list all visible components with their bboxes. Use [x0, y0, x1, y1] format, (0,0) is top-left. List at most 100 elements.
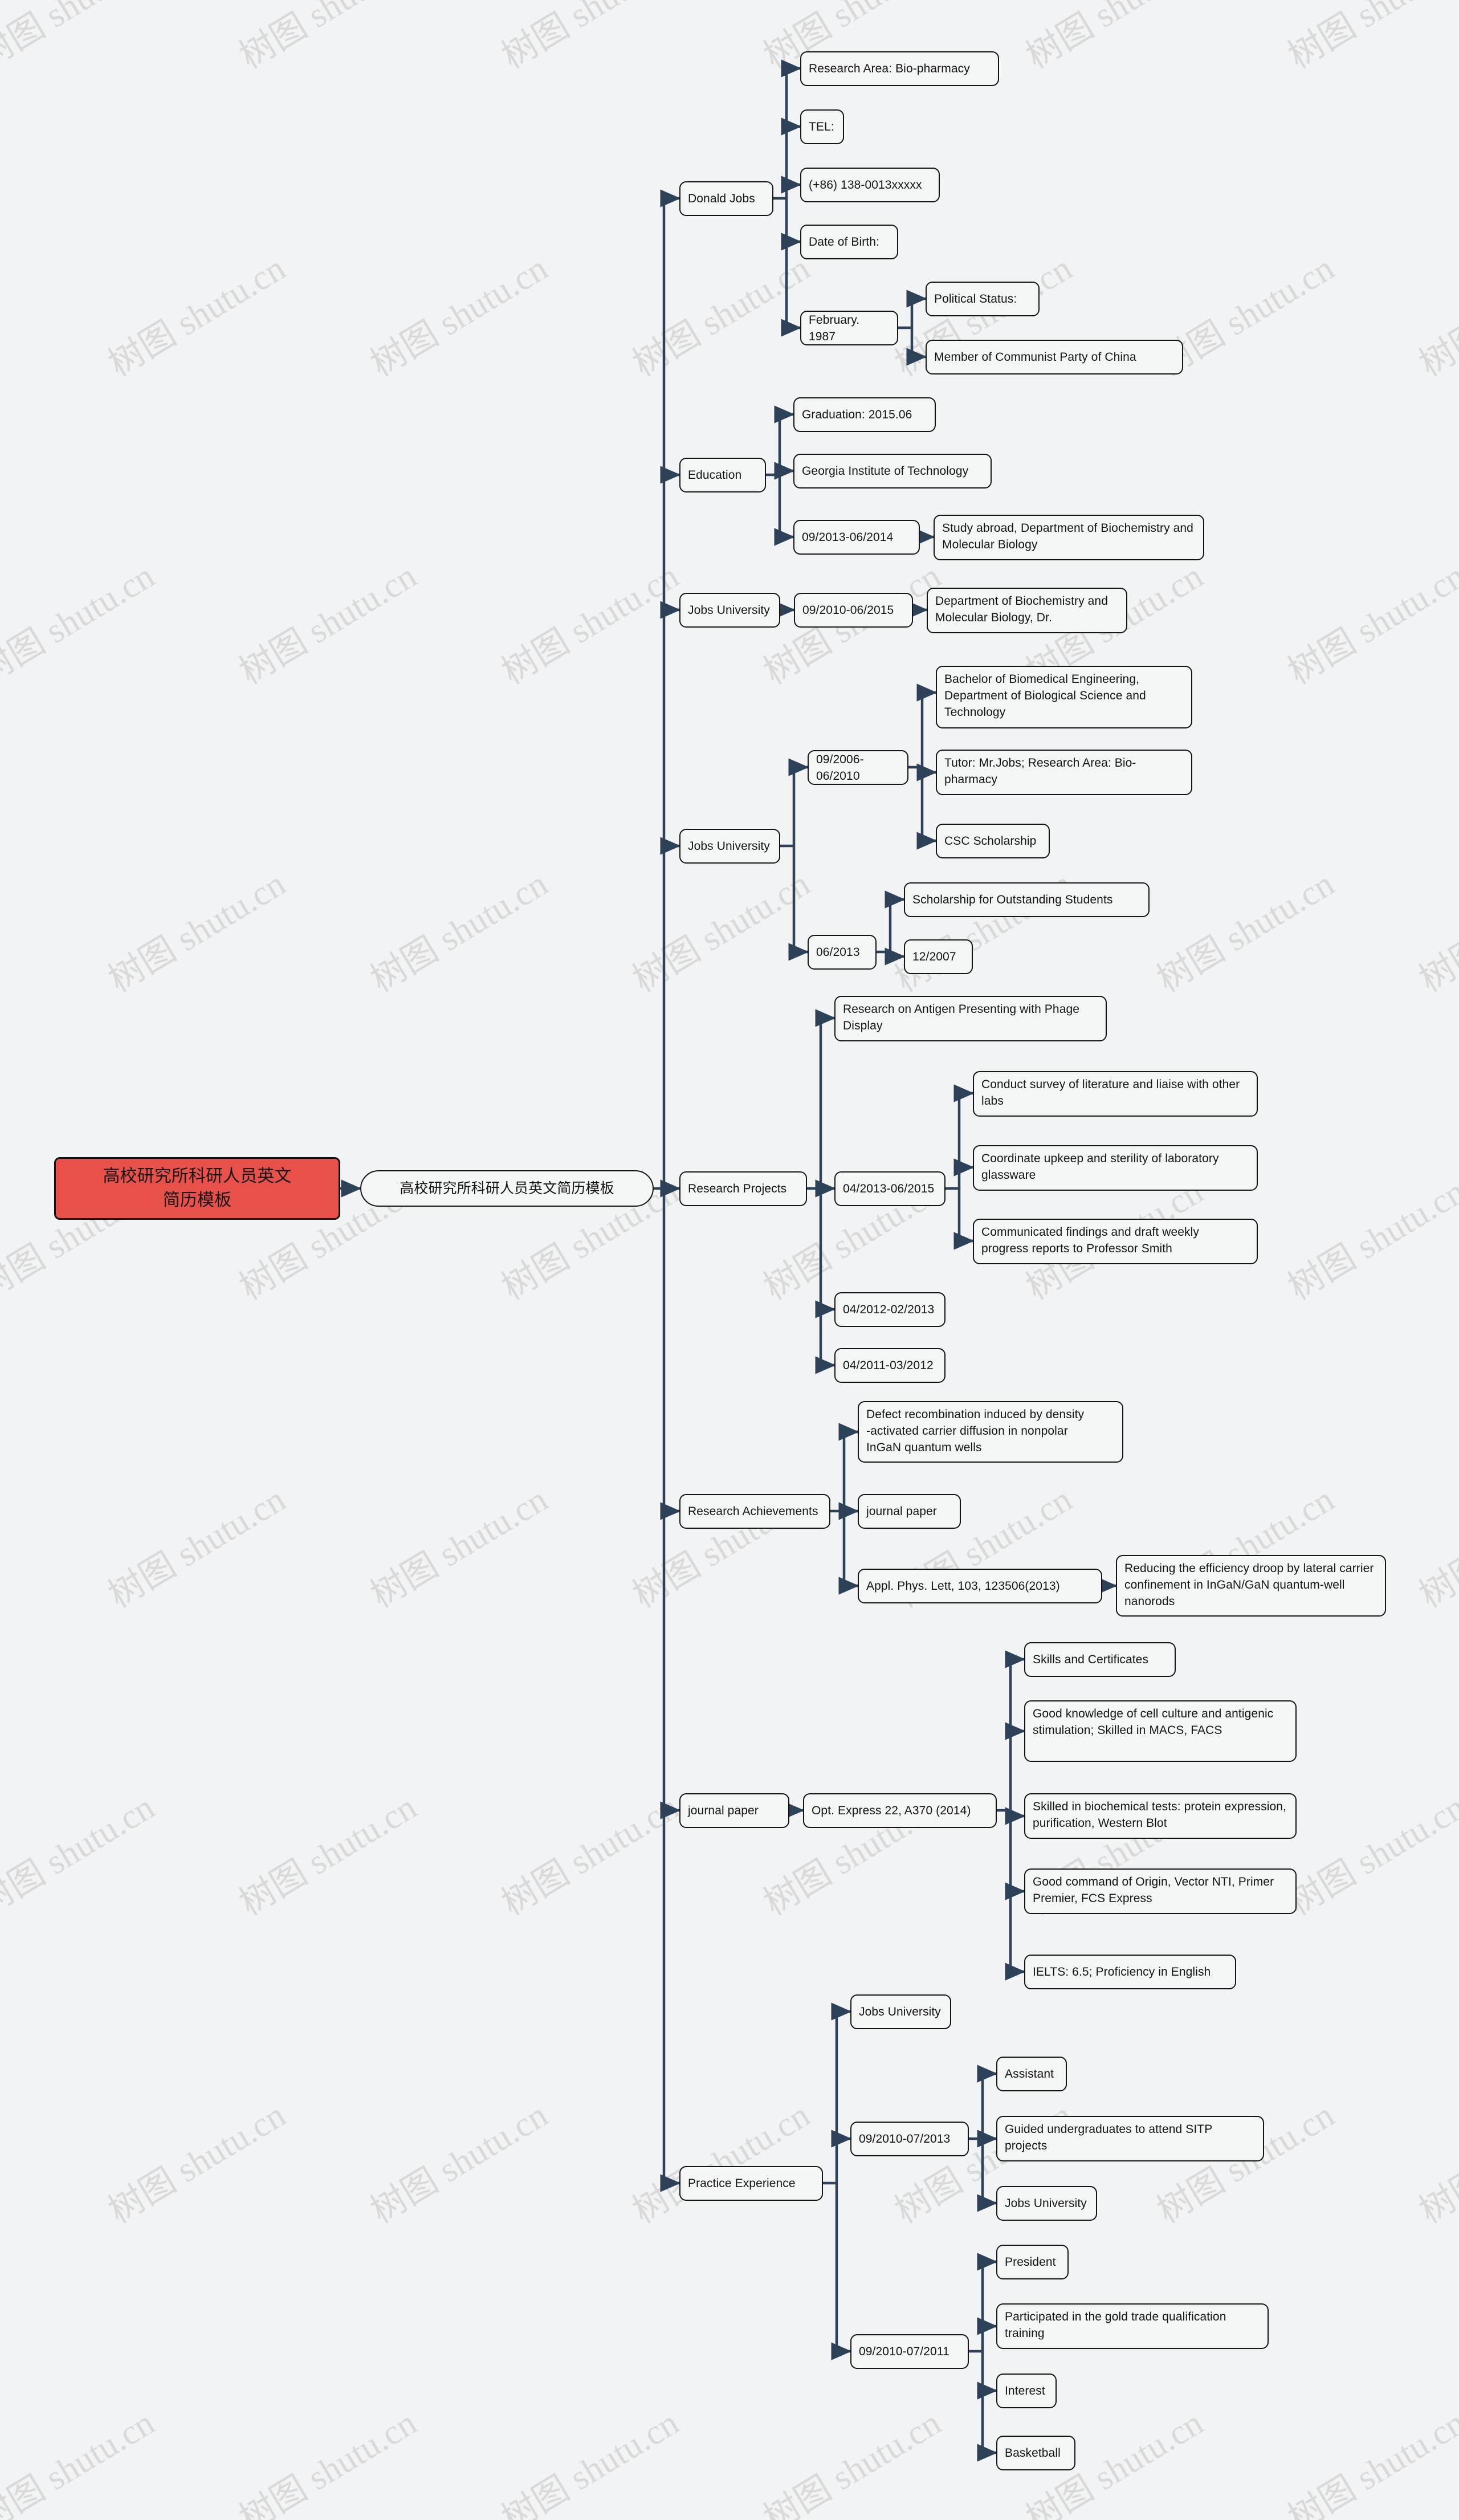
node-practice-period-1[interactable]: 09/2010-07/2013	[850, 2122, 969, 2156]
branch-jobs-university-bachelor-label: Jobs University	[688, 840, 770, 853]
node-basketball-label: Basketball	[1005, 2446, 1061, 2460]
node-guided-sitp-label: Guided undergraduates to attend SITP pro…	[1005, 2123, 1212, 2152]
node-president[interactable]: President	[996, 2245, 1069, 2279]
node-outstanding-scholarship[interactable]: Scholarship for Outstanding Students	[904, 882, 1150, 917]
node-project-period-1[interactable]: 04/2013-06/2015	[834, 1171, 946, 1206]
branch-research-projects[interactable]: Research Projects	[679, 1171, 807, 1206]
node-duty-glassware[interactable]: Coordinate upkeep and sterility of labor…	[973, 1145, 1258, 1191]
node-georgia-tech-label: Georgia Institute of Technology	[802, 465, 969, 478]
node-tutor-desc-label: Tutor: Mr.Jobs; Research Area: Bio-pharm…	[944, 756, 1136, 786]
node-phone-label: (+86) 138-0013xxxxx	[809, 178, 922, 192]
node-opt-express[interactable]: Opt. Express 22, A370 (2014)	[803, 1793, 997, 1828]
node-phd-period-label: 09/2010-06/2015	[802, 604, 894, 617]
node-project-period-1-label: 04/2013-06/2015	[843, 1182, 935, 1195]
node-antigen-project[interactable]: Research on Antigen Presenting with Phag…	[834, 996, 1107, 1041]
node-date-06-2013-label: 06/2013	[816, 946, 860, 959]
node-date-12-2007[interactable]: 12/2007	[904, 939, 973, 974]
node-tutor-desc[interactable]: Tutor: Mr.Jobs; Research Area: Bio-pharm…	[936, 750, 1192, 795]
level1-node[interactable]: 高校研究所科研人员英文简历模板	[360, 1170, 654, 1207]
node-date-06-2013[interactable]: 06/2013	[808, 935, 877, 970]
node-duty-reports-label: Communicated findings and draft weekly p…	[981, 1226, 1199, 1255]
node-skills-certificates[interactable]: Skills and Certificates	[1024, 1642, 1176, 1677]
node-antigen-project-label: Research on Antigen Presenting with Phag…	[843, 1003, 1080, 1032]
branch-research-projects-label: Research Projects	[688, 1182, 787, 1195]
branch-journal-paper-2[interactable]: journal paper	[679, 1793, 789, 1828]
branch-donald-jobs[interactable]: Donald Jobs	[679, 181, 773, 216]
branch-jobs-university-phd-label: Jobs University	[688, 604, 770, 617]
node-guided-sitp[interactable]: Guided undergraduates to attend SITP pro…	[996, 2116, 1264, 2161]
node-tel-label: TEL:	[809, 120, 834, 133]
node-study-abroad-period-label: 09/2013-06/2014	[802, 531, 894, 544]
node-basketball[interactable]: Basketball	[996, 2436, 1075, 2470]
branch-journal-paper-2-label: journal paper	[688, 1804, 759, 1817]
node-interest-label: Interest	[1005, 2384, 1045, 2397]
node-skill-cell-culture-label: Good knowledge of cell culture and antig…	[1033, 1707, 1274, 1737]
branch-donald-jobs-label: Donald Jobs	[688, 192, 755, 205]
node-date-12-2007-label: 12/2007	[912, 950, 956, 963]
node-skill-software-label: Good command of Origin, Vector NTI, Prim…	[1033, 1875, 1274, 1905]
node-duty-reports[interactable]: Communicated findings and draft weekly p…	[973, 1219, 1258, 1264]
node-interest[interactable]: Interest	[996, 2374, 1057, 2408]
node-jobs-university-4[interactable]: Jobs University	[996, 2186, 1097, 2221]
node-duty-glassware-label: Coordinate upkeep and sterility of labor…	[981, 1152, 1219, 1182]
node-skill-biochemical-label: Skilled in biochemical tests: protein ex…	[1033, 1800, 1286, 1830]
node-tel[interactable]: TEL:	[800, 109, 844, 144]
node-skill-software[interactable]: Good command of Origin, Vector NTI, Prim…	[1024, 1868, 1297, 1914]
branch-jobs-university-phd[interactable]: Jobs University	[679, 593, 780, 628]
node-bachelor-period[interactable]: 09/2006-06/2010	[808, 750, 908, 785]
node-journal-paper-1-label: journal paper	[866, 1505, 937, 1518]
mindmap-canvas: 树图 shutu.cn树图 shutu.cn树图 shutu.cn树图 shut…	[0, 0, 1459, 2520]
node-csc-scholarship-label: CSC Scholarship	[944, 834, 1037, 848]
node-skill-cell-culture[interactable]: Good knowledge of cell culture and antig…	[1024, 1700, 1297, 1762]
node-skill-ielts[interactable]: IELTS: 6.5; Proficiency in English	[1024, 1955, 1236, 1989]
node-bachelor-desc[interactable]: Bachelor of Biomedical Engineering, Depa…	[936, 666, 1192, 728]
node-phd-desc-label: Department of Biochemistry and Molecular…	[935, 595, 1108, 624]
node-duty-survey[interactable]: Conduct survey of literature and liaise …	[973, 1071, 1258, 1117]
branch-jobs-university-bachelor[interactable]: Jobs University	[679, 829, 780, 864]
node-assistant[interactable]: Assistant	[996, 2057, 1067, 2091]
node-phone[interactable]: (+86) 138-0013xxxxx	[800, 168, 940, 202]
node-phd-period[interactable]: 09/2010-06/2015	[794, 593, 913, 628]
node-graduation[interactable]: Graduation: 2015.06	[793, 397, 936, 432]
branch-practice-experience[interactable]: Practice Experience	[679, 2166, 823, 2201]
node-practice-period-2[interactable]: 09/2010-07/2011	[850, 2334, 969, 2369]
node-droop-paper[interactable]: Reducing the efficiency droop by lateral…	[1116, 1555, 1386, 1617]
node-study-abroad-desc[interactable]: Study abroad, Department of Biochemistry…	[934, 515, 1204, 560]
node-defect-paper-label: Defect recombination induced by density -…	[866, 1408, 1085, 1454]
root-node[interactable]: 高校研究所科研人员英文 简历模板	[54, 1157, 340, 1220]
node-study-abroad-period[interactable]: 09/2013-06/2014	[793, 520, 920, 555]
node-research-area-label: Research Area: Bio-pharmacy	[809, 62, 970, 75]
branch-education[interactable]: Education	[679, 458, 766, 492]
node-jobs-university-3-label: Jobs University	[859, 2005, 941, 2018]
node-political-status[interactable]: Political Status:	[926, 282, 1040, 316]
node-assistant-label: Assistant	[1005, 2067, 1054, 2081]
node-phd-desc[interactable]: Department of Biochemistry and Molecular…	[927, 588, 1127, 633]
node-bachelor-desc-label: Bachelor of Biomedical Engineering, Depa…	[944, 673, 1146, 719]
node-project-period-3[interactable]: 04/2011-03/2012	[834, 1348, 946, 1383]
node-droop-paper-label: Reducing the efficiency droop by lateral…	[1124, 1562, 1374, 1608]
node-date-of-birth-label: Date of Birth:	[809, 235, 879, 249]
level1-label: 高校研究所科研人员英文简历模板	[400, 1180, 614, 1196]
node-bachelor-period-label: 09/2006-06/2010	[816, 752, 864, 783]
node-birth-date[interactable]: February. 1987	[800, 311, 898, 345]
node-outstanding-scholarship-label: Scholarship for Outstanding Students	[912, 893, 1113, 906]
node-date-of-birth[interactable]: Date of Birth:	[800, 225, 898, 259]
node-president-label: President	[1005, 2256, 1056, 2269]
node-journal-paper-1[interactable]: journal paper	[858, 1494, 961, 1529]
branch-research-achievements[interactable]: Research Achievements	[679, 1494, 830, 1529]
node-party-member[interactable]: Member of Communist Party of China	[926, 340, 1183, 374]
node-jobs-university-4-label: Jobs University	[1005, 2197, 1087, 2210]
node-gold-trade[interactable]: Participated in the gold trade qualifica…	[996, 2303, 1269, 2349]
node-defect-paper[interactable]: Defect recombination induced by density -…	[858, 1401, 1123, 1463]
node-skill-biochemical[interactable]: Skilled in biochemical tests: protein ex…	[1024, 1793, 1297, 1839]
node-duty-survey-label: Conduct survey of literature and liaise …	[981, 1078, 1240, 1108]
node-appl-phys-lett-label: Appl. Phys. Lett, 103, 123506(2013)	[866, 1579, 1060, 1593]
node-project-period-2[interactable]: 04/2012-02/2013	[834, 1292, 946, 1327]
node-georgia-tech[interactable]: Georgia Institute of Technology	[793, 454, 992, 488]
node-graduation-label: Graduation: 2015.06	[802, 408, 912, 421]
node-research-area[interactable]: Research Area: Bio-pharmacy	[800, 51, 999, 86]
branch-research-achievements-label: Research Achievements	[688, 1505, 818, 1518]
node-jobs-university-3[interactable]: Jobs University	[850, 1994, 951, 2029]
node-appl-phys-lett[interactable]: Appl. Phys. Lett, 103, 123506(2013)	[858, 1569, 1102, 1603]
node-csc-scholarship[interactable]: CSC Scholarship	[936, 824, 1050, 858]
